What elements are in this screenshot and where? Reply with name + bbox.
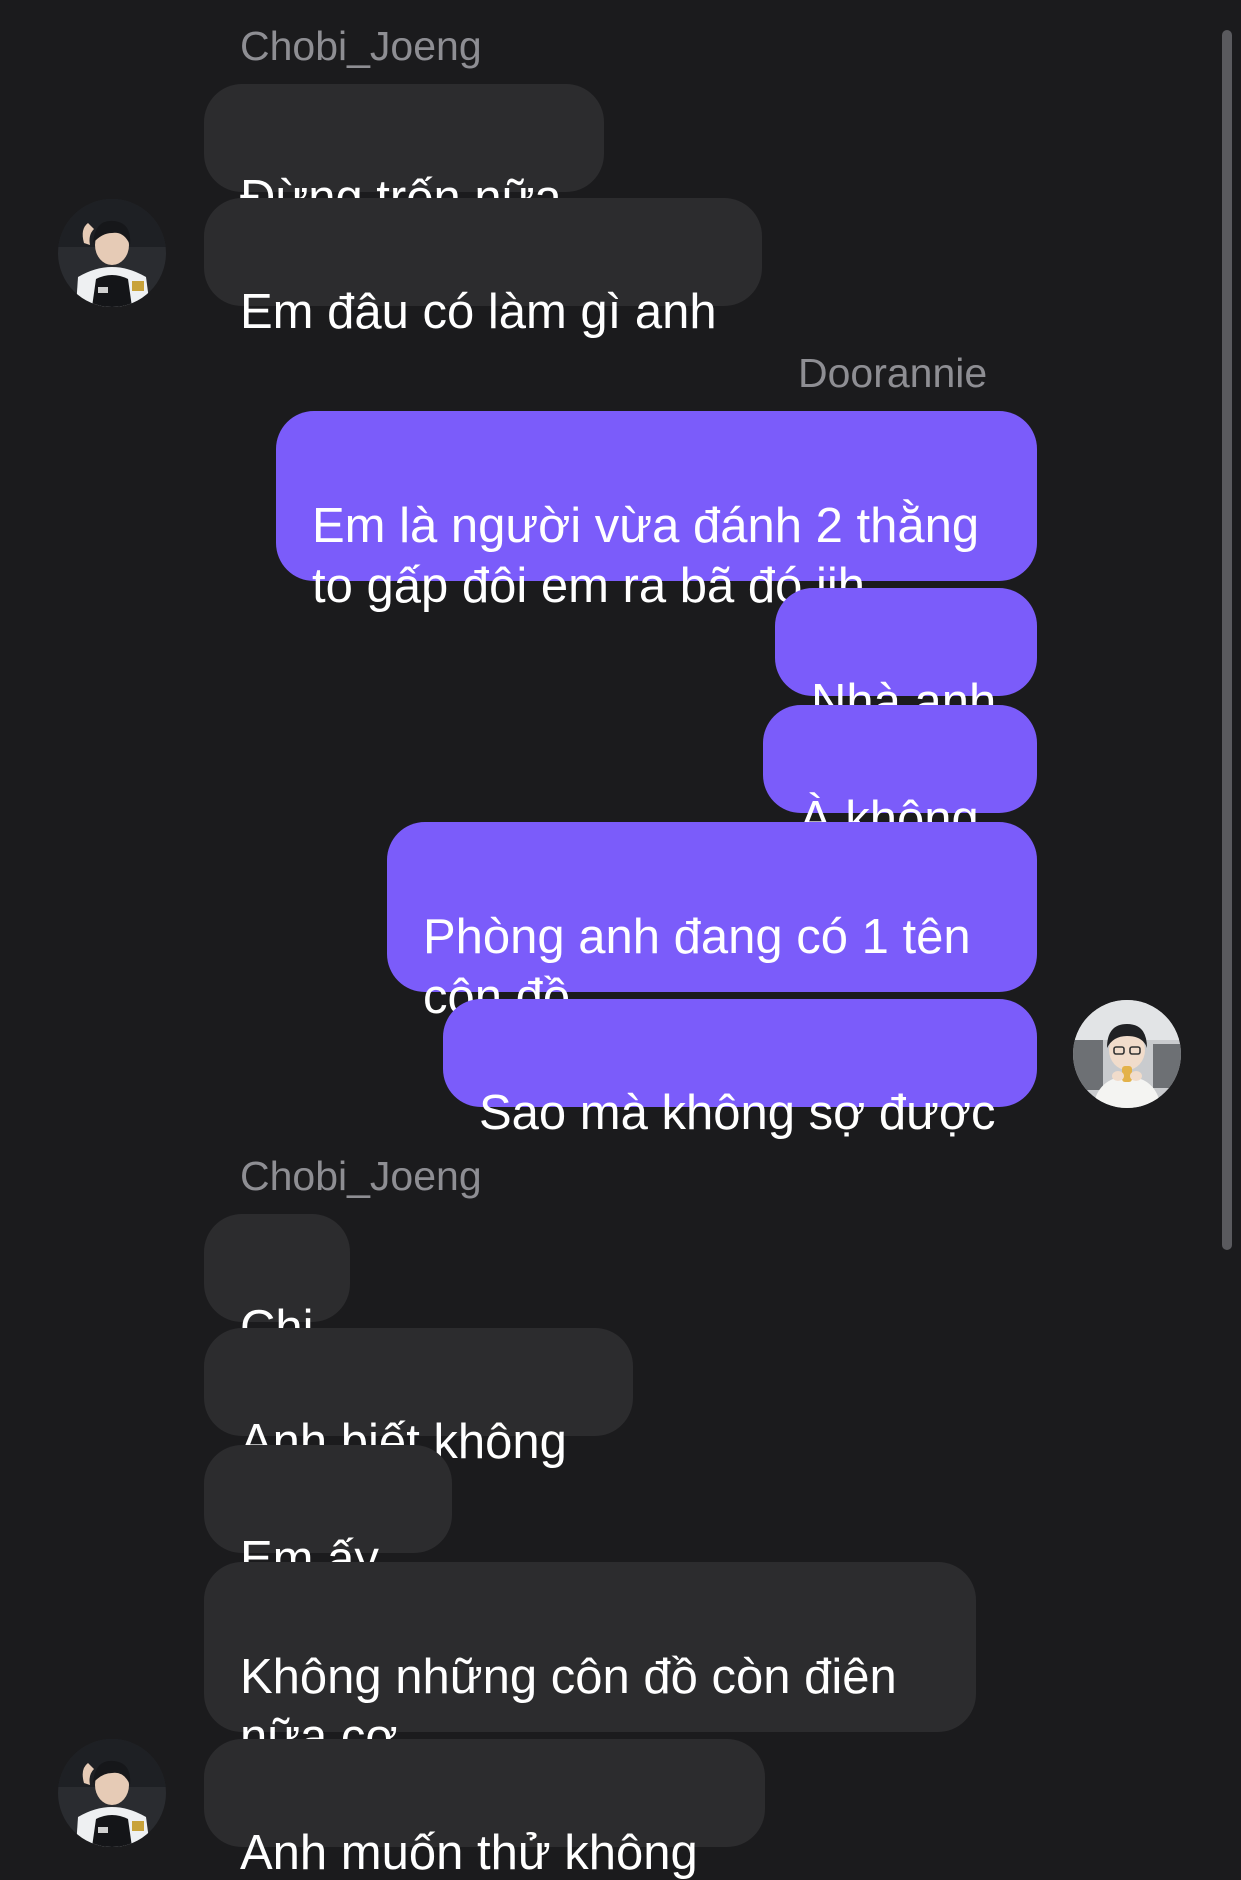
incoming-message-bubble[interactable]: Chj bbox=[204, 1214, 350, 1355]
incoming-message-bubble[interactable]: Em đâu có làm gì anh bbox=[204, 198, 762, 339]
my-avatar[interactable] bbox=[1073, 1000, 1181, 1108]
incoming-message-bubble[interactable]: Không những côn đồ còn điên nữa cơ bbox=[204, 1562, 976, 1764]
sender-name: Doorannie bbox=[798, 350, 988, 396]
outgoing-message-bubble[interactable]: Nhà anh bbox=[775, 588, 1037, 729]
incoming-message-bubble[interactable]: Anh muốn thử không bbox=[204, 1739, 765, 1880]
sender-name: Chobi_Joeng bbox=[240, 1153, 482, 1199]
message-text: Em đâu có làm gì anh bbox=[240, 285, 717, 339]
message-text: Sao mà không sợ được bbox=[479, 1086, 996, 1140]
scrollbar[interactable] bbox=[1222, 30, 1232, 1250]
incoming-message-bubble[interactable]: Em ấy à bbox=[204, 1445, 452, 1646]
outgoing-message-bubble[interactable]: Sao mà không sợ được bbox=[443, 999, 1037, 1140]
contact-avatar[interactable] bbox=[58, 199, 166, 307]
chat-screen: Chobi_Joeng Đừng trốn nữa Em đâu có làm … bbox=[0, 0, 1241, 1880]
outgoing-message-bubble[interactable]: Em là người vừa đánh 2 thằng to gấp đôi … bbox=[276, 411, 1037, 613]
outgoing-message-bubble[interactable]: À không bbox=[763, 705, 1037, 846]
message-text: Anh muốn thử không bbox=[240, 1826, 698, 1880]
sender-name: Chobi_Joeng bbox=[240, 23, 482, 69]
outgoing-message-bubble[interactable]: Phòng anh đang có 1 tên côn đồ bbox=[387, 822, 1037, 1024]
incoming-message-bubble[interactable]: Đừng trốn nữa bbox=[204, 84, 604, 225]
contact-avatar[interactable] bbox=[58, 1739, 166, 1847]
contact-avatar-icon bbox=[58, 199, 166, 307]
contact-avatar-icon bbox=[58, 1739, 166, 1847]
incoming-message-bubble[interactable]: Anh biết không bbox=[204, 1328, 633, 1469]
my-avatar-icon bbox=[1073, 1000, 1181, 1108]
